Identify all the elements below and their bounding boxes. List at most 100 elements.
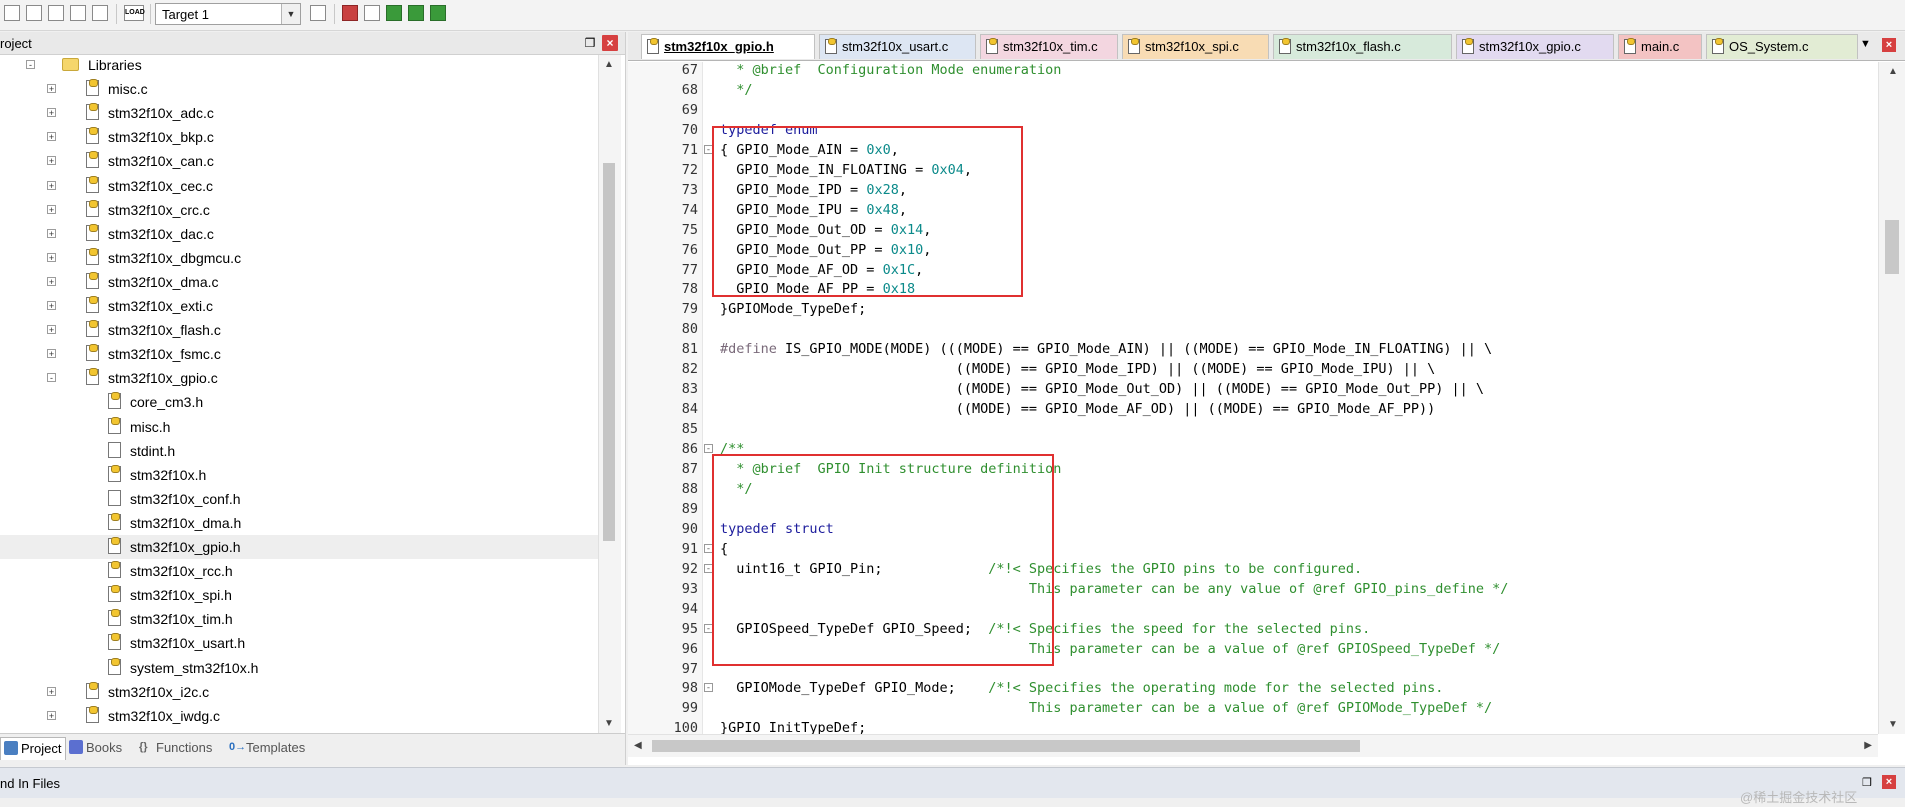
tree-item[interactable]: + stm32f10x_adc.c — [0, 101, 598, 125]
collapse-icon[interactable]: - — [47, 373, 56, 383]
line-number: 95 — [681, 620, 698, 637]
rebuild-icon[interactable] — [26, 5, 42, 21]
file-tab[interactable]: main.c — [1618, 34, 1702, 59]
tree-item[interactable]: + stm32f10x_i2c.c — [0, 680, 598, 704]
tree-item[interactable]: stm32f10x_usart.h — [0, 631, 598, 655]
fold-toggle-icon[interactable]: - — [704, 444, 713, 454]
manage-components-icon[interactable] — [364, 5, 380, 21]
pin-icon[interactable]: ❒ — [582, 35, 598, 51]
tree-item[interactable]: - stm32f10x_gpio.c — [0, 366, 598, 390]
tab-books[interactable]: Books — [66, 737, 126, 759]
tree-item[interactable]: stm32f10x_conf.h — [0, 487, 598, 511]
tree-item[interactable]: stm32f10x_dma.h — [0, 511, 598, 535]
expand-icon[interactable]: + — [47, 84, 56, 94]
file-tab[interactable]: stm32f10x_gpio.h — [641, 34, 815, 59]
file-tab[interactable]: stm32f10x_spi.c — [1122, 34, 1269, 59]
code-editor: stm32f10x_gpio.h stm32f10x_usart.c stm32f1… — [628, 32, 1905, 765]
tree-item[interactable]: stm32f10x.h — [0, 463, 598, 487]
tree-item[interactable]: + stm32f10x_cec.c — [0, 174, 598, 198]
chevron-down-icon[interactable]: ▼ — [281, 4, 300, 24]
stop-build-icon[interactable] — [92, 5, 108, 21]
scroll-thumb[interactable] — [1885, 220, 1899, 274]
expand-icon[interactable]: + — [47, 228, 56, 238]
scroll-down-icon[interactable]: ▼ — [604, 718, 614, 729]
scroll-left-icon[interactable]: ◀ — [634, 740, 642, 751]
manage-project-icon[interactable] — [342, 5, 358, 21]
tree-item[interactable]: misc.h — [0, 415, 598, 439]
scroll-down-icon[interactable]: ▼ — [1888, 719, 1898, 730]
code-token: }GPIOMode_TypeDef; — [720, 301, 867, 318]
tree-item-label: stm32f10x_conf.h — [130, 490, 241, 507]
expand-icon[interactable]: + — [47, 108, 56, 118]
tree-item[interactable]: stm32f10x_gpio.h — [0, 535, 598, 559]
file-icon — [86, 320, 99, 338]
file-tab[interactable]: OS_System.c — [1706, 34, 1858, 59]
file-tab[interactable]: stm32f10x_gpio.c — [1456, 34, 1614, 59]
tree-item[interactable]: core_cm3.h — [0, 390, 598, 414]
tree-item[interactable]: + stm32f10x_crc.c — [0, 198, 598, 222]
close-icon[interactable]: × — [1882, 775, 1896, 789]
tree-item[interactable]: stm32f10x_tim.h — [0, 607, 598, 631]
expand-icon[interactable]: + — [47, 180, 56, 190]
file-icon — [86, 271, 99, 289]
close-file-icon[interactable]: × — [1882, 38, 1896, 52]
collapse-icon[interactable]: - — [26, 60, 35, 70]
tree-item[interactable]: + stm32f10x_iwdg.c — [0, 704, 598, 728]
run-time-env-icon[interactable] — [430, 5, 446, 21]
tree-item[interactable]: + stm32f10x_dbgmcu.c — [0, 246, 598, 270]
tree-item[interactable]: stm32f10x_rcc.h — [0, 559, 598, 583]
expand-icon[interactable]: + — [47, 252, 56, 262]
translate-icon[interactable] — [70, 5, 86, 21]
scroll-thumb[interactable] — [603, 163, 615, 541]
tab-templates[interactable]: 0→ Templates — [226, 737, 309, 759]
tree-item[interactable]: stdint.h — [0, 439, 598, 463]
scroll-up-icon[interactable]: ▲ — [1888, 66, 1898, 77]
expand-icon[interactable]: + — [47, 686, 56, 696]
batch-build-icon[interactable] — [48, 5, 64, 21]
expand-icon[interactable]: + — [47, 204, 56, 214]
expand-icon[interactable]: + — [47, 349, 56, 359]
tab-functions[interactable]: {} Functions — [136, 737, 216, 759]
scroll-thumb[interactable] — [652, 740, 1360, 752]
code-text: GPIOMode_TypeDef GPIO_Mode; /*!< Specifi… — [720, 678, 1443, 698]
download-icon[interactable]: LOAD — [124, 5, 145, 21]
select-packs-icon[interactable] — [386, 5, 402, 21]
file-tab[interactable]: stm32f10x_usart.c — [819, 34, 976, 59]
target-select[interactable]: Target 1 ▼ — [155, 3, 301, 25]
project-tree-scrollbar[interactable]: ▲ ▼ — [598, 55, 621, 733]
expand-icon[interactable]: + — [47, 276, 56, 286]
tree-item[interactable]: stm32f10x_spi.h — [0, 583, 598, 607]
expand-icon[interactable]: + — [47, 156, 56, 166]
target-options-icon[interactable] — [310, 5, 326, 21]
tree-item[interactable]: + stm32f10x_bkp.c — [0, 125, 598, 149]
expand-icon[interactable]: + — [47, 325, 56, 335]
tree-item[interactable]: + stm32f10x_exti.c — [0, 294, 598, 318]
tree-item[interactable]: system_stm32f10x.h — [0, 656, 598, 680]
tree-item[interactable]: + misc.c — [0, 77, 598, 101]
editor-horizontal-scrollbar[interactable]: ◀ ▶ — [628, 734, 1878, 757]
tab-list-menu-icon[interactable]: ▼ — [1860, 38, 1871, 50]
expand-icon[interactable]: + — [47, 710, 56, 720]
expand-icon[interactable]: + — [47, 132, 56, 142]
file-icon — [1712, 38, 1724, 54]
code-area[interactable]: 67 * @brief Configuration Mode enumerati… — [628, 62, 1878, 734]
close-icon[interactable]: × — [602, 35, 618, 51]
tree-item[interactable]: + stm32f10x_can.c — [0, 149, 598, 173]
tree-item-label: stm32f10x.h — [130, 466, 207, 483]
tree-item[interactable]: + stm32f10x_fsmc.c — [0, 342, 598, 366]
build-icon[interactable] — [4, 5, 20, 21]
tab-project[interactable]: Project — [0, 737, 67, 760]
scroll-right-icon[interactable]: ▶ — [1864, 740, 1872, 751]
fold-toggle-icon[interactable]: - — [704, 683, 713, 693]
expand-icon[interactable]: + — [47, 301, 56, 311]
scroll-up-icon[interactable]: ▲ — [604, 59, 614, 70]
tree-item[interactable]: + stm32f10x_dma.c — [0, 270, 598, 294]
tree-item[interactable]: + stm32f10x_flash.c — [0, 318, 598, 342]
file-tab[interactable]: stm32f10x_tim.c — [980, 34, 1118, 59]
file-tab[interactable]: stm32f10x_flash.c — [1273, 34, 1452, 59]
pack-installer-icon[interactable] — [408, 5, 424, 21]
editor-vertical-scrollbar[interactable]: ▲ ▼ — [1878, 62, 1905, 734]
tree-item[interactable]: - Libraries — [0, 55, 598, 77]
pin-icon[interactable]: ❒ — [1862, 776, 1872, 789]
tree-item[interactable]: + stm32f10x_dac.c — [0, 222, 598, 246]
